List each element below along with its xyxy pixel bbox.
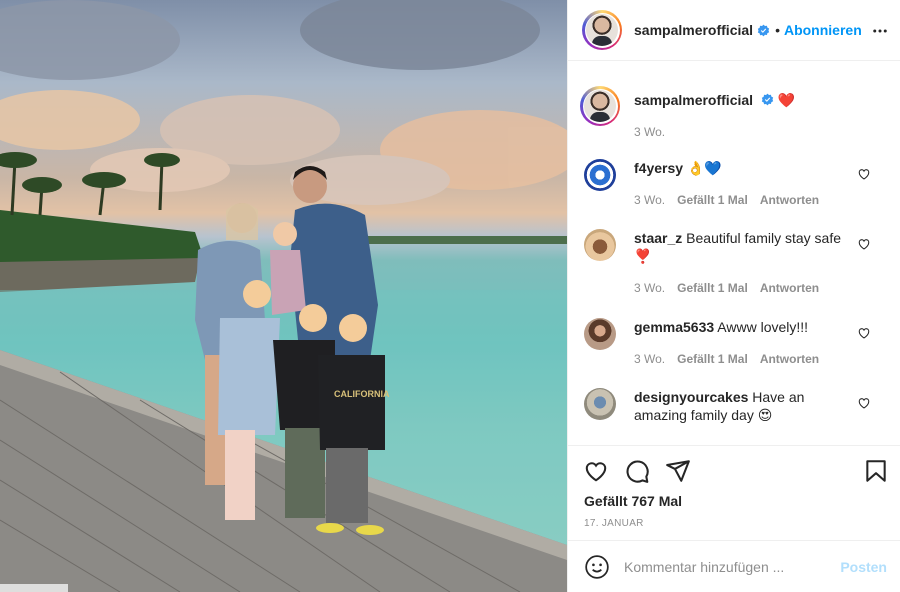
- comment-username[interactable]: staar_z: [634, 230, 682, 246]
- photo-tag: [0, 584, 68, 592]
- comment-time[interactable]: 3 Wo.: [634, 350, 665, 368]
- comment-icon[interactable]: [624, 458, 650, 484]
- verified-badge-icon: [757, 24, 770, 36]
- emoji-icon[interactable]: [584, 554, 610, 580]
- commenter-avatar[interactable]: [584, 318, 616, 350]
- reply-button[interactable]: Antworten: [760, 350, 819, 368]
- comment-text: Awww lovely!!!: [717, 319, 809, 335]
- bookmark-icon[interactable]: [863, 458, 889, 484]
- reply-button[interactable]: Antworten: [760, 279, 819, 297]
- like-comment-icon[interactable]: [857, 167, 871, 181]
- comment-row: staar_z Beautiful family stay safe ❣️ 3 …: [584, 229, 889, 297]
- verified-badge-icon: [761, 93, 774, 106]
- like-comment-icon[interactable]: [857, 326, 871, 340]
- comment-row: f4yersy 👌💙 3 Wo. Gefällt 1 Mal Antworten: [584, 159, 889, 209]
- comment-text: 👌💙: [686, 160, 722, 176]
- likes-count[interactable]: Gefällt 767 Mal: [584, 493, 682, 509]
- comment-row: designyourcakes Have an amazing family d…: [584, 388, 889, 424]
- commenter-avatar[interactable]: [584, 388, 616, 420]
- more-options-icon[interactable]: [871, 22, 889, 40]
- reply-button[interactable]: Antworten: [760, 191, 819, 209]
- comment-composer: Posten: [568, 540, 900, 592]
- comment-likes[interactable]: Gefällt 1 Mal: [677, 350, 748, 368]
- caption-text: ❤️: [777, 92, 796, 108]
- commenter-avatar[interactable]: [584, 229, 616, 261]
- post-date[interactable]: 17. JANUAR: [584, 518, 644, 529]
- comments-list: sampalmerofficial ❤️ 3 Wo. f4yersy 👌💙 3 …: [568, 61, 900, 445]
- like-comment-icon[interactable]: [857, 237, 871, 251]
- comment-username[interactable]: designyourcakes: [634, 389, 748, 405]
- post-photo[interactable]: CALIFORNIA: [0, 0, 567, 592]
- share-icon[interactable]: [665, 458, 691, 484]
- comment-likes[interactable]: Gefällt 1 Mal: [677, 191, 748, 209]
- caption-time[interactable]: 3 Wo.: [634, 123, 665, 141]
- post-actions: Gefällt 767 Mal 17. JANUAR: [568, 445, 900, 540]
- post-comment-button[interactable]: Posten: [840, 559, 887, 575]
- author-username[interactable]: sampalmerofficial: [634, 22, 753, 38]
- comment-username[interactable]: gemma5633: [634, 319, 714, 335]
- comment-row: gemma5633 Awww lovely!!! 3 Wo. Gefällt 1…: [584, 318, 889, 368]
- comment-time[interactable]: 3 Wo.: [634, 191, 665, 209]
- header-separator: •: [775, 22, 780, 38]
- caption-row: sampalmerofficial ❤️ 3 Wo.: [580, 86, 889, 141]
- comment-input[interactable]: [624, 558, 824, 575]
- post-header: sampalmerofficial • Abonnieren: [568, 0, 900, 61]
- caption-avatar[interactable]: [580, 86, 620, 126]
- post-sidebar: sampalmerofficial • Abonnieren sampalmer…: [567, 0, 900, 592]
- like-heart-icon[interactable]: [583, 458, 609, 484]
- family-photo-illustration: CALIFORNIA: [0, 0, 567, 592]
- comment-time[interactable]: 3 Wo.: [634, 279, 665, 297]
- comment-username[interactable]: f4yersy: [634, 160, 683, 176]
- like-comment-icon[interactable]: [857, 396, 871, 410]
- caption-username[interactable]: sampalmerofficial: [634, 92, 753, 108]
- commenter-avatar[interactable]: [584, 159, 616, 191]
- author-avatar[interactable]: [582, 10, 622, 50]
- follow-button[interactable]: Abonnieren: [784, 22, 862, 38]
- svg-text:CALIFORNIA: CALIFORNIA: [334, 389, 390, 399]
- comment-likes[interactable]: Gefällt 1 Mal: [677, 279, 748, 297]
